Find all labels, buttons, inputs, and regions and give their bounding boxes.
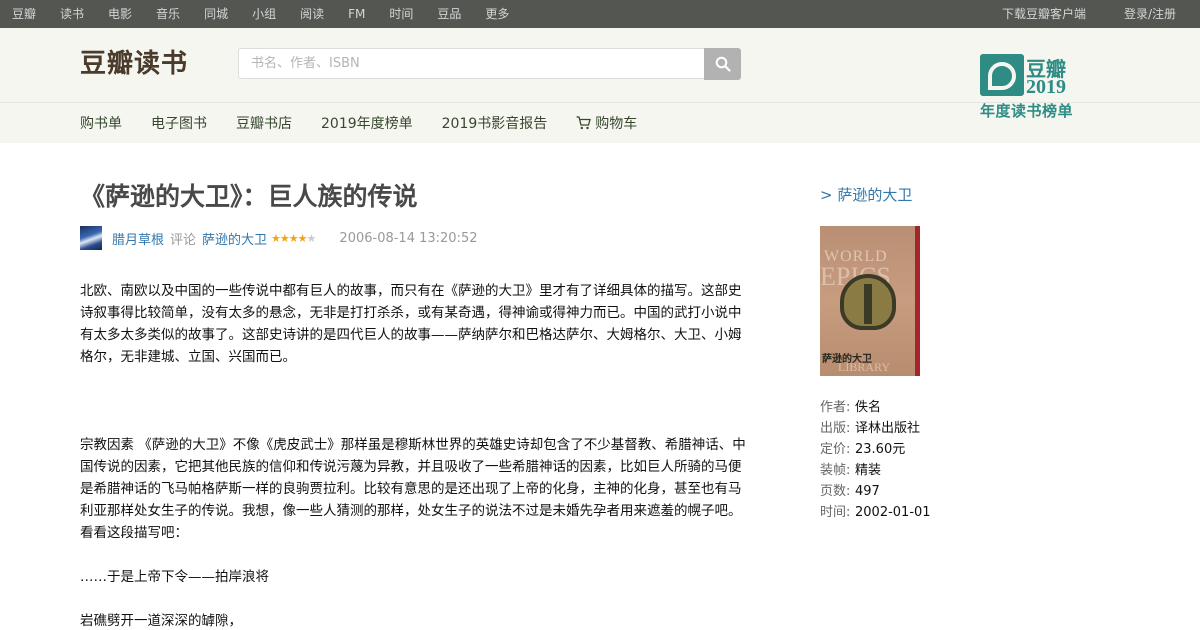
info-row-binding: 装帧: 精装 bbox=[820, 460, 1080, 481]
nav-fm[interactable]: FM bbox=[348, 0, 365, 28]
review-book-link[interactable]: 萨逊的大卫 bbox=[202, 229, 267, 248]
cover-text-bottom: LIBRARY bbox=[838, 360, 891, 374]
badge-mark-icon bbox=[980, 54, 1024, 96]
cover-emblem-icon bbox=[840, 274, 896, 330]
star-icon: ★ bbox=[297, 231, 308, 245]
book-cover[interactable]: WORLD EPICS 萨逊的大卫 LIBRARY bbox=[820, 226, 920, 376]
nav-local[interactable]: 同城 bbox=[204, 0, 228, 28]
global-nav: 豆瓣 读书 电影 音乐 同城 小组 阅读 FM 时间 豆品 更多 下载豆瓣客户端… bbox=[0, 0, 1200, 28]
review-paragraph-1: 北欧、南欧以及中国的一些传说中都有巨人的故事，而只有在《萨逊的大卫》里才有了详细… bbox=[80, 283, 742, 365]
review-title: 《萨逊的大卫》：巨人族的传说 bbox=[80, 182, 418, 211]
download-app-link[interactable]: 下载豆瓣客户端 bbox=[1002, 0, 1086, 28]
cover-spine bbox=[915, 226, 920, 376]
info-row-publisher: 出版: 译林出版社 bbox=[820, 418, 1080, 439]
review-main: 《萨逊的大卫》：巨人族的传说 腊月草根 评论 萨逊的大卫 ★★★★★ 2006-… bbox=[80, 180, 752, 630]
nav-market[interactable]: 豆品 bbox=[437, 0, 461, 28]
search-input[interactable] bbox=[238, 48, 705, 79]
search-button[interactable] bbox=[704, 48, 741, 80]
subnav-ebooks[interactable]: 电子图书 bbox=[151, 113, 207, 133]
badge-year: 2019 bbox=[1026, 76, 1066, 98]
info-value: 23.60元 bbox=[855, 442, 906, 457]
review-paragraph-4: 岩礁劈开一道深深的罅隙， bbox=[80, 613, 242, 629]
annual-list-badge[interactable]: 豆瓣 2019 年度读书榜单 bbox=[980, 54, 1080, 146]
subnav-booklist[interactable]: 购书单 bbox=[80, 113, 122, 133]
rating-stars: ★★★★★ bbox=[271, 231, 317, 245]
info-key: 定价: bbox=[820, 442, 851, 457]
nav-groups[interactable]: 小组 bbox=[252, 0, 276, 28]
star-icon: ★ bbox=[271, 231, 281, 245]
review-paragraph-3: ……于是上帝下令——拍岸浪将 bbox=[80, 569, 269, 585]
subnav-bookstore[interactable]: 豆瓣书店 bbox=[236, 113, 292, 133]
info-row-price: 定价: 23.60元 bbox=[820, 439, 1080, 460]
info-row-author: 作者: 佚名 bbox=[820, 397, 1080, 418]
nav-douban[interactable]: 豆瓣 bbox=[12, 0, 36, 28]
review-meta: 腊月草根 评论 萨逊的大卫 ★★★★★ 2006-08-14 13:20:52 bbox=[80, 226, 752, 250]
nav-books[interactable]: 读书 bbox=[60, 0, 84, 28]
nav-time[interactable]: 时间 bbox=[389, 0, 413, 28]
global-nav-right: 下载豆瓣客户端 登录/注册 bbox=[964, 0, 1188, 28]
review-paragraph-2: 宗教因素 《萨逊的大卫》不像《虎皮武士》那样虽是穆斯林世界的英雄史诗却包含了不少… bbox=[80, 437, 746, 541]
nav-movies[interactable]: 电影 bbox=[108, 0, 132, 28]
info-value: 2002-01-01 bbox=[855, 505, 931, 520]
subnav-2019-ranking[interactable]: 2019年度榜单 bbox=[321, 113, 413, 133]
badge-subtitle: 年度读书榜单 bbox=[980, 102, 1074, 120]
info-key: 作者: bbox=[820, 400, 851, 415]
login-register-link[interactable]: 登录/注册 bbox=[1124, 0, 1176, 28]
star-icon: ★ bbox=[279, 231, 290, 245]
search-icon bbox=[715, 56, 731, 72]
site-logo[interactable]: 豆瓣读书 bbox=[80, 48, 188, 80]
subnav-2019-report[interactable]: 2019书影音报告 bbox=[442, 113, 548, 133]
star-icon: ★ bbox=[306, 231, 317, 245]
nav-music[interactable]: 音乐 bbox=[156, 0, 180, 28]
info-row-date: 时间: 2002-01-01 bbox=[820, 502, 1080, 523]
info-row-pages: 页数: 497 bbox=[820, 481, 1080, 502]
info-key: 页数: bbox=[820, 484, 851, 499]
info-value: 精装 bbox=[855, 463, 882, 478]
subnav-cart[interactable]: 购物车 bbox=[576, 113, 637, 133]
nav-more[interactable]: 更多 bbox=[485, 0, 509, 28]
info-value: 译林出版社 bbox=[855, 421, 921, 436]
star-icon: ★ bbox=[288, 231, 299, 245]
global-nav-left: 豆瓣 读书 电影 音乐 同城 小组 阅读 FM 时间 豆品 更多 bbox=[12, 0, 533, 28]
review-author[interactable]: 腊月草根 bbox=[112, 229, 164, 248]
book-aside: > 萨逊的大卫 WORLD EPICS 萨逊的大卫 LIBRARY 作者: 佚名 … bbox=[820, 184, 1080, 523]
info-value: 佚名 bbox=[855, 400, 882, 415]
site-header: 豆瓣读书 豆瓣 2019 年度读书榜单 bbox=[0, 28, 1200, 120]
review-verb: 评论 bbox=[170, 232, 197, 248]
avatar[interactable] bbox=[80, 226, 102, 250]
info-key: 出版: bbox=[820, 421, 851, 436]
review-date: 2006-08-14 13:20:52 bbox=[339, 230, 478, 246]
aside-book-link[interactable]: > 萨逊的大卫 bbox=[820, 184, 1080, 206]
cart-icon bbox=[576, 116, 592, 130]
subnav-cart-label: 购物车 bbox=[595, 116, 638, 132]
info-value: 497 bbox=[855, 484, 880, 499]
nav-read[interactable]: 阅读 bbox=[300, 0, 324, 28]
info-key: 装帧: bbox=[820, 463, 851, 478]
book-info: 作者: 佚名 出版: 译林出版社 定价: 23.60元 装帧: 精装 页数: 497 时间… bbox=[820, 397, 1080, 523]
info-key: 时间: bbox=[820, 505, 851, 520]
